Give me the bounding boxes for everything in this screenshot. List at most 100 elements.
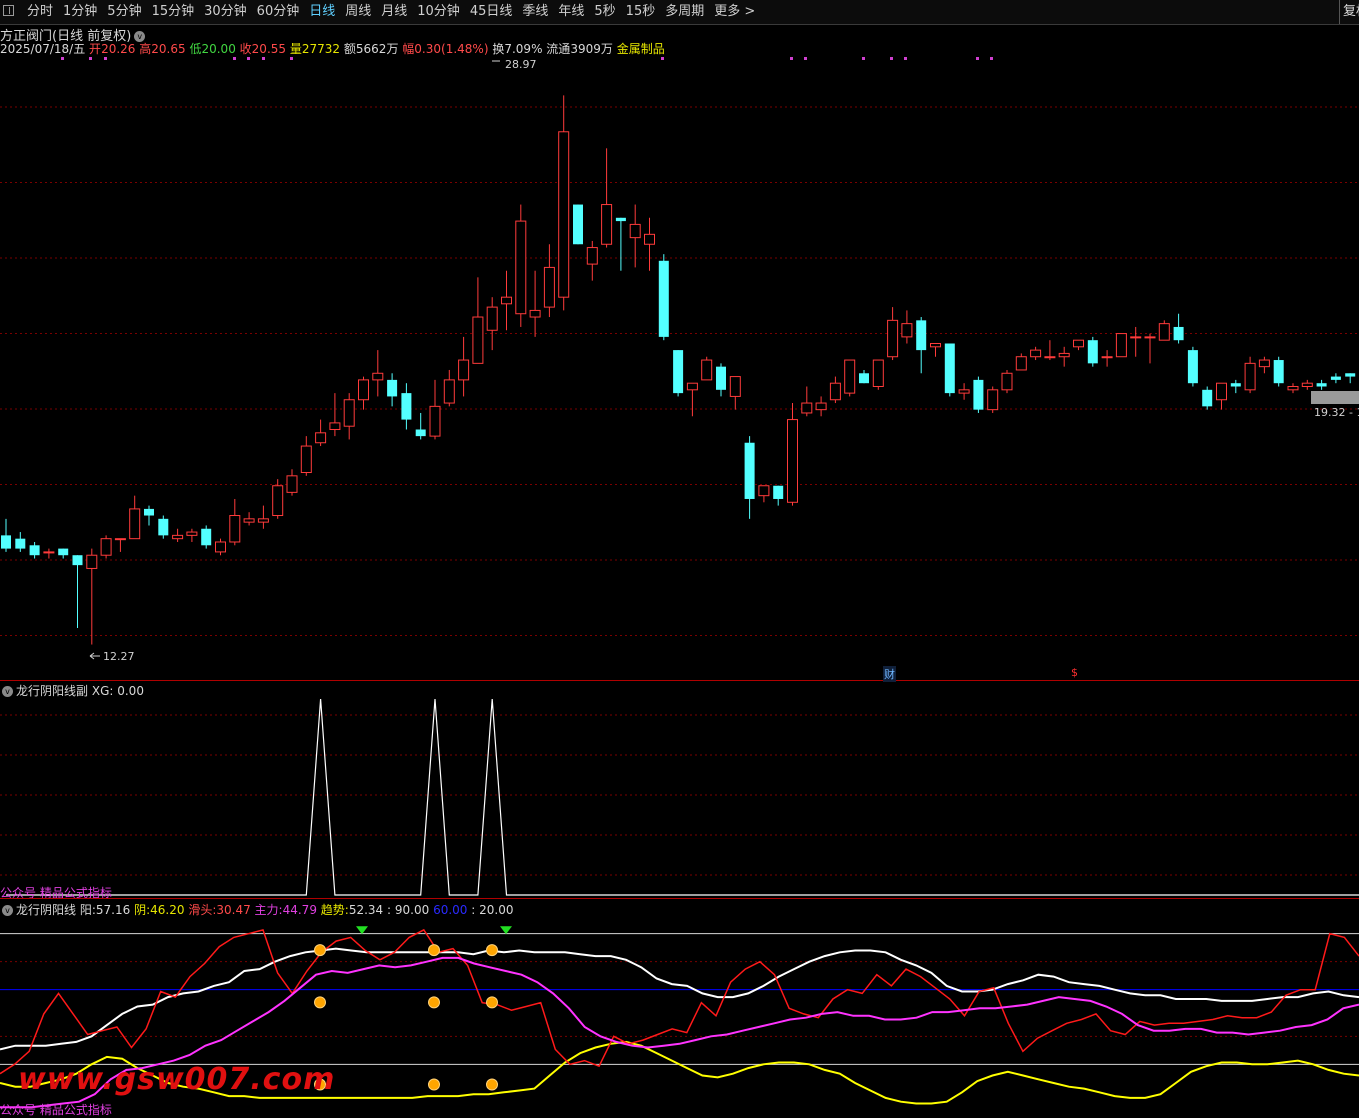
tab-period-0[interactable]: 分时 bbox=[22, 3, 58, 21]
tab-period-7[interactable]: 周线 bbox=[340, 3, 376, 21]
candle-body bbox=[72, 555, 83, 566]
candle-body bbox=[186, 531, 198, 536]
tab-period-11[interactable]: 季线 bbox=[517, 3, 553, 21]
candle-body bbox=[1301, 382, 1313, 388]
event-dot bbox=[990, 57, 993, 60]
candle-body bbox=[443, 379, 455, 404]
candle-body bbox=[1115, 333, 1127, 358]
high-value: 20.65 bbox=[151, 42, 186, 56]
industry-label[interactable]: 金属制品 bbox=[617, 42, 665, 56]
candle-body bbox=[729, 376, 741, 397]
close-value: 20.55 bbox=[251, 42, 287, 56]
low-value: 20.00 bbox=[201, 42, 236, 56]
candle-body bbox=[1273, 360, 1284, 384]
candle-body bbox=[329, 422, 341, 431]
candle-body bbox=[1044, 356, 1056, 359]
tab-period-16[interactable]: 更多 > bbox=[709, 3, 760, 21]
event-dot bbox=[890, 57, 893, 60]
candle-body bbox=[257, 518, 269, 523]
change-label: 幅 bbox=[402, 42, 415, 56]
candle-body bbox=[1, 535, 11, 549]
event-dot bbox=[262, 57, 265, 60]
candle-body bbox=[58, 548, 69, 556]
close-label: 收 bbox=[239, 42, 252, 56]
candle-body bbox=[844, 359, 856, 394]
tab-period-10[interactable]: 45日线 bbox=[465, 3, 518, 21]
candle-body bbox=[744, 442, 755, 499]
candle-body bbox=[1316, 383, 1327, 387]
candle-body bbox=[1015, 356, 1027, 371]
event-dot bbox=[290, 57, 293, 60]
candle-body bbox=[215, 541, 226, 553]
tab-period-13[interactable]: 5秒 bbox=[589, 3, 620, 21]
tab-period-1[interactable]: 1分钟 bbox=[58, 3, 102, 21]
high-label: 高 bbox=[139, 42, 152, 56]
candle-body bbox=[86, 554, 98, 569]
tab-period-3[interactable]: 15分钟 bbox=[147, 3, 200, 21]
candle-body bbox=[1144, 336, 1156, 339]
candle-body bbox=[901, 323, 913, 338]
tab-period-4[interactable]: 30分钟 bbox=[199, 3, 252, 21]
candlestick-chart[interactable] bbox=[0, 55, 1359, 681]
candle-body bbox=[300, 445, 312, 474]
candle-body bbox=[758, 485, 770, 497]
candle-body bbox=[1087, 340, 1098, 364]
restore-rights-button[interactable]: 复权 bbox=[1339, 0, 1359, 24]
tab-period-2[interactable]: 5分钟 bbox=[102, 3, 146, 21]
panel-divider bbox=[0, 680, 1359, 681]
event-dot bbox=[804, 57, 807, 60]
signal-ball-icon bbox=[428, 944, 440, 957]
event-dot bbox=[661, 57, 664, 60]
candle-body bbox=[100, 538, 112, 556]
event-dot bbox=[104, 57, 107, 60]
tab-period-12[interactable]: 年线 bbox=[553, 3, 589, 21]
xg-indicator-chart[interactable] bbox=[0, 697, 1359, 897]
event-dot bbox=[862, 57, 865, 60]
panel-divider bbox=[0, 898, 1359, 899]
candle-body bbox=[1101, 356, 1113, 359]
candle-body bbox=[1330, 376, 1341, 380]
chevron-down-icon[interactable]: v bbox=[2, 686, 13, 697]
tab-period-15[interactable]: 多周期 bbox=[660, 3, 709, 21]
tab-period-8[interactable]: 月线 bbox=[376, 3, 412, 21]
candle-body bbox=[486, 306, 498, 331]
candle-body bbox=[586, 247, 598, 265]
amount-value: 5662万 bbox=[355, 42, 399, 56]
site-watermark: www.gsw007.com bbox=[18, 1062, 336, 1097]
period-toolbar: 分时 1分钟 5分钟 15分钟 30分钟 60分钟 日线 周线 月线 10分钟 45日线 季线 年线 5秒… bbox=[0, 0, 1359, 25]
candle-body bbox=[787, 419, 798, 503]
candle-body bbox=[472, 316, 484, 364]
candle-body bbox=[272, 485, 284, 517]
signal-ball-icon bbox=[486, 996, 498, 1009]
huatou-line bbox=[0, 928, 1359, 1075]
candle-body bbox=[1158, 323, 1170, 341]
candle-body bbox=[515, 220, 527, 315]
candle-body bbox=[658, 260, 669, 337]
down-triangle-icon bbox=[356, 926, 368, 935]
panel2-watermark: 公众号 精品公式指标 bbox=[0, 1103, 112, 1117]
layout-toggle-icon[interactable] bbox=[3, 5, 14, 16]
candle-body bbox=[1258, 359, 1270, 368]
last-price-marker: 19.32 - 1 bbox=[1314, 406, 1359, 419]
event-dot bbox=[790, 57, 793, 60]
candle-body bbox=[887, 319, 899, 358]
turnover-value: 7.09% bbox=[504, 42, 543, 56]
candle-body bbox=[343, 399, 355, 427]
high-price-marker: 28.97 bbox=[505, 58, 537, 71]
candle-body bbox=[1230, 383, 1241, 387]
candle-body bbox=[172, 534, 184, 540]
candle-body bbox=[716, 366, 726, 390]
event-dot bbox=[61, 57, 64, 60]
event-dot bbox=[247, 57, 250, 60]
dividend-event-badge[interactable]: $ bbox=[1071, 666, 1078, 679]
tab-period-6[interactable]: 日线 bbox=[304, 3, 340, 21]
candle-body bbox=[1058, 352, 1070, 358]
tab-period-14[interactable]: 15秒 bbox=[621, 3, 661, 21]
candle-body bbox=[701, 359, 713, 381]
tab-period-9[interactable]: 10分钟 bbox=[412, 3, 465, 21]
candle-body bbox=[601, 204, 613, 245]
candle-body bbox=[15, 538, 26, 549]
finance-event-badge[interactable]: 财 bbox=[883, 666, 896, 682]
down-triangle-icon bbox=[500, 926, 512, 935]
tab-period-5[interactable]: 60分钟 bbox=[252, 3, 305, 21]
